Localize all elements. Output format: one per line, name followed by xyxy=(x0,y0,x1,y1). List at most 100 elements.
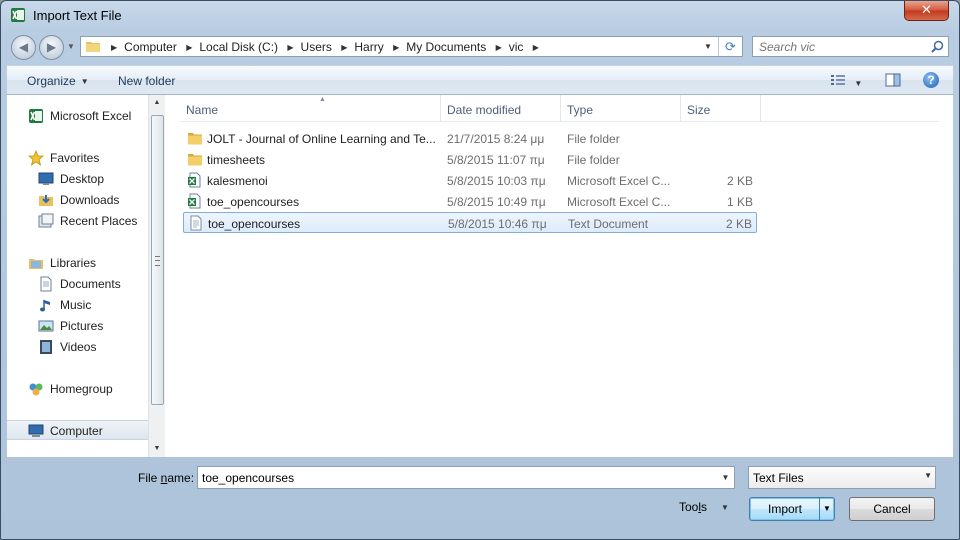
file-date-modified: 5/8/2015 10:03 πμ xyxy=(447,174,546,188)
breadcrumb-computer[interactable]: Computer xyxy=(124,40,177,54)
pictures-icon xyxy=(38,320,54,332)
forward-button[interactable]: ▶ xyxy=(39,35,64,60)
breadcrumb-my-documents[interactable]: My Documents xyxy=(406,40,486,54)
search-icon[interactable] xyxy=(931,40,944,53)
chevron-right-icon[interactable]: ▶ xyxy=(393,43,399,52)
sidebar-item-favorites[interactable]: Favorites xyxy=(7,148,148,168)
chevron-right-icon[interactable]: ▶ xyxy=(287,43,293,52)
sidebar-item-downloads[interactable]: Downloads xyxy=(7,190,148,210)
back-button[interactable]: ◀ xyxy=(11,35,36,60)
file-date-modified: 5/8/2015 11:07 πμ xyxy=(447,153,545,167)
import-button[interactable]: Import ▼ xyxy=(749,497,835,521)
chevron-right-icon[interactable]: ▶ xyxy=(496,43,502,52)
file-name: toe_opencourses xyxy=(208,217,301,231)
recent-locations-dropdown-icon[interactable]: ▼ xyxy=(67,42,75,51)
search-input[interactable] xyxy=(753,37,935,56)
sidebar-item-music[interactable]: Music xyxy=(7,295,148,315)
file-type: File folder xyxy=(567,132,620,146)
sidebar-item-computer[interactable]: Computer xyxy=(7,420,148,440)
file-name: JOLT - Journal of Online Learning and Te… xyxy=(207,132,436,146)
scroll-up-icon[interactable]: ▲ xyxy=(149,95,165,111)
column-header-type[interactable]: Type xyxy=(567,103,593,117)
close-button[interactable]: ✕ xyxy=(904,1,949,21)
star-icon xyxy=(28,150,44,166)
search-box[interactable] xyxy=(752,36,949,57)
sidebar-item-label: Desktop xyxy=(60,172,105,186)
breadcrumb-users[interactable]: Users xyxy=(301,40,332,54)
file-type: Microsoft Excel C... xyxy=(567,174,671,188)
new-folder-button[interactable]: New folder xyxy=(118,74,175,88)
file-name-label: File name: xyxy=(138,471,194,485)
column-divider[interactable] xyxy=(560,95,561,121)
folder-icon xyxy=(86,42,100,52)
chevron-down-icon[interactable]: ▼ xyxy=(717,467,734,488)
sidebar-item-documents[interactable]: Documents xyxy=(7,274,148,294)
tools-menu[interactable]: Tools ▼ xyxy=(679,500,729,514)
sidebar-item-label: Homegroup xyxy=(50,382,113,396)
sidebar-item-microsoft-excel[interactable]: Microsoft Excel xyxy=(7,106,148,126)
excel-csv-icon xyxy=(188,193,201,209)
refresh-icon[interactable]: ⟳ xyxy=(718,37,742,56)
change-view-button[interactable]: ▼ xyxy=(830,73,862,90)
sidebar-item-label: Libraries xyxy=(50,256,97,270)
scrollbar-thumb[interactable] xyxy=(151,115,164,405)
file-row-selected[interactable]: toe_opencourses 5/8/2015 10:46 πμ Text D… xyxy=(183,212,757,233)
preview-pane-button[interactable] xyxy=(885,73,901,90)
file-list: ▲ Name Date modified Type Size JOLT - Jo… xyxy=(165,95,953,457)
file-date-modified: 5/8/2015 10:49 πμ xyxy=(447,195,546,209)
breadcrumb-harry[interactable]: Harry xyxy=(354,40,383,54)
file-row[interactable]: JOLT - Journal of Online Learning and Te… xyxy=(183,128,757,149)
sidebar-item-homegroup[interactable]: Homegroup xyxy=(7,379,148,399)
column-header-name[interactable]: Name xyxy=(186,103,218,117)
sidebar-item-pictures[interactable]: Pictures xyxy=(7,316,148,336)
breadcrumb-local-disk[interactable]: Local Disk (C:) xyxy=(199,40,278,54)
chevron-down-icon: ▼ xyxy=(924,471,932,480)
file-name-combobox[interactable]: ▼ xyxy=(197,466,735,489)
address-bar[interactable]: ▶ Computer ▶ Local Disk (C:) ▶ Users ▶ Harry… xyxy=(80,36,743,57)
file-type-select[interactable]: Text Files ▼ xyxy=(748,466,936,489)
file-name-label-post: ame: xyxy=(167,471,195,485)
file-date-modified: 21/7/2015 8:24 μμ xyxy=(447,132,545,146)
chevron-down-icon: ▼ xyxy=(721,503,729,513)
sidebar-item-label: Pictures xyxy=(60,319,104,333)
scroll-down-icon[interactable]: ▼ xyxy=(149,441,165,457)
cancel-button[interactable]: Cancel xyxy=(849,497,935,521)
sidebar-item-label: Music xyxy=(60,298,92,312)
chevron-right-icon[interactable]: ▶ xyxy=(111,43,117,52)
chevron-right-icon[interactable]: ▶ xyxy=(186,43,192,52)
chevron-right-icon[interactable]: ▶ xyxy=(533,43,539,52)
excel-csv-icon xyxy=(188,172,201,188)
file-row[interactable]: timesheets 5/8/2015 11:07 πμ File folder xyxy=(183,149,757,170)
file-date-modified: 5/8/2015 10:46 πμ xyxy=(448,217,547,231)
title-bar[interactable]: Import Text File ✕ xyxy=(1,1,959,31)
column-headers: ▲ Name Date modified Type Size xyxy=(179,95,939,122)
videos-icon xyxy=(40,340,52,354)
column-divider[interactable] xyxy=(680,95,681,121)
address-dropdown-icon[interactable]: ▼ xyxy=(701,39,715,54)
sidebar-item-label: Recent Places xyxy=(60,214,138,228)
breadcrumb: ▶ Computer ▶ Local Disk (C:) ▶ Users ▶ Harry… xyxy=(105,40,546,54)
file-name-input[interactable] xyxy=(198,467,706,488)
file-name-label-pre: File xyxy=(138,471,161,485)
chevron-down-icon: ▼ xyxy=(854,79,863,89)
file-row[interactable]: kalesmenoi 5/8/2015 10:03 πμ Microsoft E… xyxy=(183,170,757,191)
sidebar-item-desktop[interactable]: Desktop xyxy=(7,169,148,189)
navigation-pane-scrollbar[interactable]: ▲ ▼ xyxy=(148,95,165,457)
chevron-right-icon[interactable]: ▶ xyxy=(341,43,347,52)
help-icon[interactable]: ? xyxy=(923,72,939,88)
desktop-icon xyxy=(38,172,54,185)
column-divider[interactable] xyxy=(760,95,761,121)
file-size: 2 KB xyxy=(725,217,752,231)
file-size: 1 KB xyxy=(726,195,753,209)
breadcrumb-vic[interactable]: vic xyxy=(509,40,524,54)
column-divider[interactable] xyxy=(440,95,441,121)
file-row[interactable]: toe_opencourses 5/8/2015 10:49 πμ Micros… xyxy=(183,191,757,212)
column-header-size[interactable]: Size xyxy=(687,103,710,117)
import-options-dropdown-icon[interactable]: ▼ xyxy=(819,498,834,520)
organize-menu[interactable]: Organize ▼ xyxy=(27,74,89,88)
sidebar-item-videos[interactable]: Videos xyxy=(7,337,148,357)
column-header-date-modified[interactable]: Date modified xyxy=(447,103,521,117)
sidebar-item-libraries[interactable]: Libraries xyxy=(7,253,148,273)
sidebar-item-recent-places[interactable]: Recent Places xyxy=(7,211,148,231)
homegroup-icon xyxy=(29,383,43,396)
